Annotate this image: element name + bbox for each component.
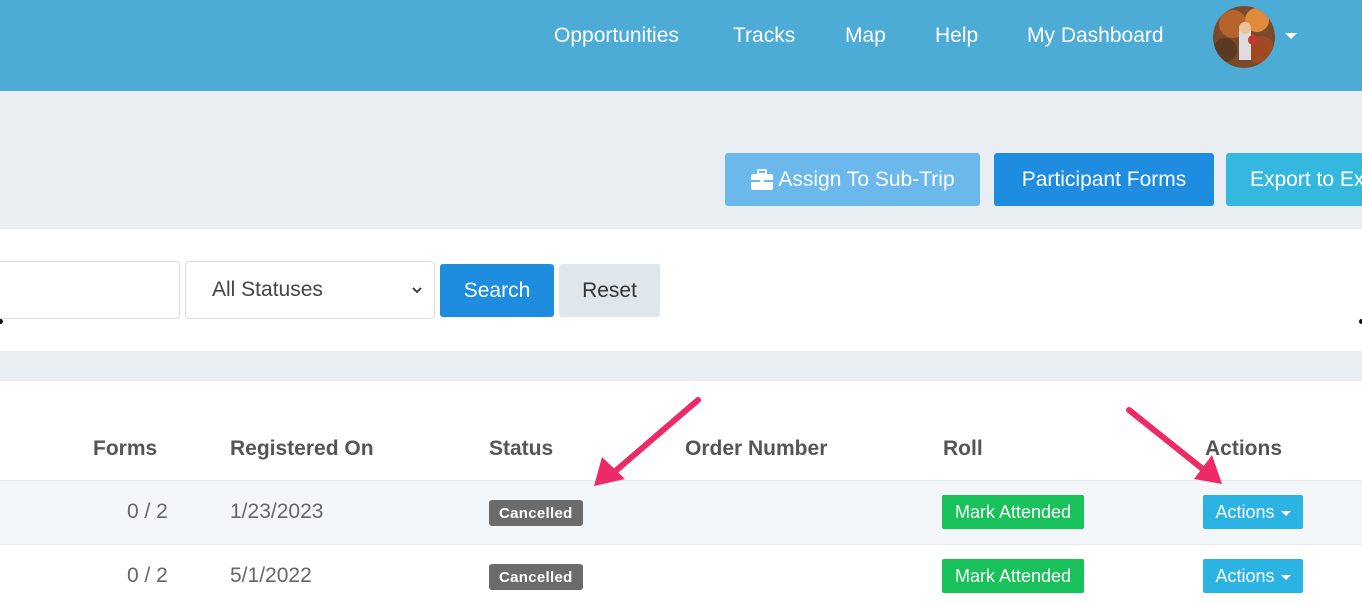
user-menu-caret-icon[interactable]	[1285, 33, 1297, 39]
nav-link-help[interactable]: Help	[935, 22, 978, 50]
top-navbar: Opportunities Tracks Map Help My Dashboa…	[0, 0, 1362, 91]
mark-attended-label: Mark Attended	[954, 501, 1072, 522]
column-header-actions: Actions	[1205, 437, 1283, 460]
chevron-down-icon	[412, 287, 422, 294]
assign-button-label: Assign To Sub-Trip	[778, 167, 955, 191]
actions-dropdown-button[interactable]: Actions	[1203, 559, 1303, 593]
status-badge: Cancelled	[489, 564, 583, 590]
search-button-label: Search	[463, 278, 531, 302]
reset-button[interactable]: Reset	[559, 264, 660, 317]
status-select-value: All Statuses	[212, 278, 323, 301]
participant-forms-label: Participant Forms	[1021, 167, 1187, 191]
search-input[interactable]	[0, 261, 180, 319]
status-select[interactable]: All Statuses	[185, 261, 435, 319]
panel-edge-dot-left	[0, 319, 3, 324]
actions-dropdown-button[interactable]: Actions	[1203, 495, 1303, 529]
briefcase-icon	[751, 168, 774, 190]
column-header-registered-on[interactable]: Registered On	[230, 437, 374, 461]
nav-link-my-dashboard[interactable]: My Dashboard	[1027, 22, 1164, 50]
mark-attended-label: Mark Attended	[954, 565, 1072, 586]
column-header-status[interactable]: Status	[489, 437, 553, 461]
nav-link-opportunities[interactable]: Opportunities	[554, 22, 679, 50]
export-button-label: Export to Ex	[1250, 167, 1362, 191]
nav-link-tracks[interactable]: Tracks	[733, 22, 795, 50]
nav-link-map[interactable]: Map	[845, 22, 886, 50]
cell-forms: 0 / 2	[127, 564, 168, 587]
table-row: 0 / 2 1/23/2023 Cancelled Mark Attended …	[0, 480, 1362, 545]
column-header-forms[interactable]: Forms	[93, 437, 157, 461]
registrations-table: Forms Registered On Status Order Number …	[0, 381, 1362, 605]
reset-button-label: Reset	[582, 278, 637, 302]
status-badge: Cancelled	[489, 500, 583, 526]
participant-forms-button[interactable]: Participant Forms	[994, 153, 1214, 206]
assign-to-sub-trip-button[interactable]: Assign To Sub-Trip	[725, 153, 980, 206]
column-header-order-number[interactable]: Order Number	[685, 437, 827, 461]
caret-down-icon	[1280, 510, 1291, 516]
filter-panel: All Statuses Search Reset	[0, 229, 1362, 351]
mark-attended-button[interactable]: Mark Attended	[942, 495, 1084, 529]
column-header-roll: Roll	[943, 437, 983, 460]
actions-label: Actions	[1215, 501, 1275, 522]
user-avatar[interactable]	[1213, 6, 1275, 68]
caret-down-icon	[1280, 574, 1291, 580]
cell-registered-on: 1/23/2023	[230, 500, 324, 523]
mark-attended-button[interactable]: Mark Attended	[942, 559, 1084, 593]
avatar-image	[1213, 6, 1275, 68]
search-button[interactable]: Search	[440, 264, 554, 317]
cell-registered-on: 5/1/2022	[230, 564, 312, 587]
actions-label: Actions	[1215, 565, 1275, 586]
table-row: 0 / 2 5/1/2022 Cancelled Mark Attended A…	[0, 545, 1362, 605]
cell-forms: 0 / 2	[127, 500, 168, 523]
export-button[interactable]: Export to Ex	[1226, 153, 1362, 206]
